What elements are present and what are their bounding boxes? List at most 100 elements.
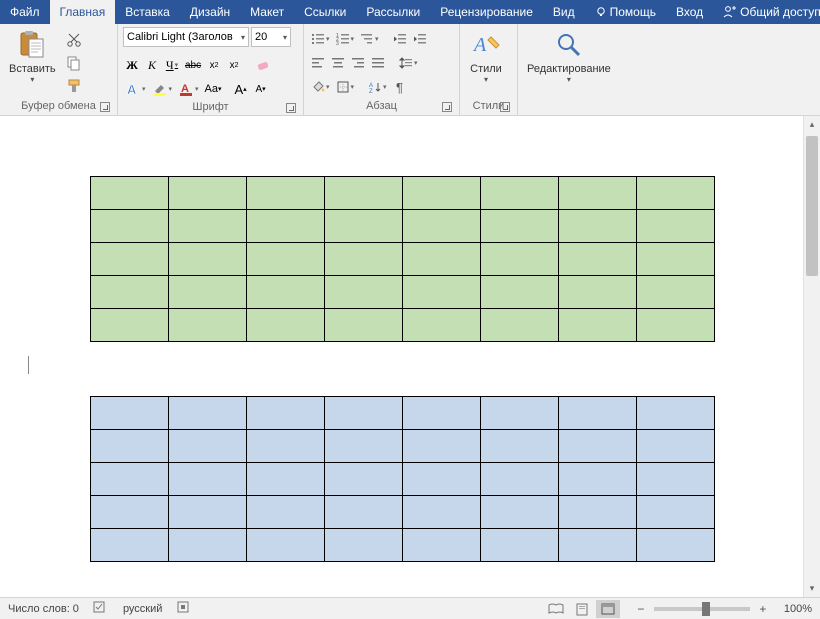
- vertical-scrollbar[interactable]: ▴ ▾: [803, 116, 820, 597]
- tab-mailings[interactable]: Рассылки: [356, 0, 430, 24]
- font-dialog-launcher[interactable]: [286, 103, 296, 113]
- editing-dropdown-arrow[interactable]: ▾: [567, 75, 571, 84]
- highlight-button[interactable]: [150, 79, 175, 99]
- person-share-icon: [723, 5, 737, 19]
- styles-dialog-launcher[interactable]: [500, 102, 510, 112]
- clipboard-dialog-launcher[interactable]: [100, 102, 110, 112]
- tab-insert[interactable]: Вставка: [115, 0, 180, 24]
- table-green[interactable]: [90, 176, 715, 342]
- brush-icon: [66, 78, 82, 94]
- web-layout-button[interactable]: [596, 600, 620, 618]
- shrink-font-button[interactable]: A▾: [252, 79, 270, 99]
- zoom-slider-track[interactable]: [654, 607, 750, 611]
- numbering-button[interactable]: 123: [334, 29, 357, 49]
- grow-font-button[interactable]: A▴: [232, 79, 250, 99]
- font-color-button[interactable]: A: [176, 79, 201, 99]
- justify-icon: [371, 56, 385, 70]
- align-left-icon: [311, 56, 325, 70]
- multilevel-list-button[interactable]: [358, 29, 381, 49]
- tab-view[interactable]: Вид: [543, 0, 585, 24]
- change-case-button[interactable]: Aa▾: [203, 79, 224, 99]
- underline-button[interactable]: Ч: [163, 55, 181, 75]
- paste-label: Вставить: [9, 63, 56, 75]
- paste-button[interactable]: Вставить ▾: [5, 27, 60, 98]
- italic-button[interactable]: К: [143, 55, 161, 75]
- format-painter-button[interactable]: [64, 76, 84, 96]
- language-button[interactable]: русский: [123, 603, 162, 615]
- text-effects-icon: A: [125, 81, 141, 97]
- print-layout-button[interactable]: [570, 600, 594, 618]
- strikethrough-button[interactable]: abc: [183, 55, 203, 75]
- align-left-button[interactable]: [309, 53, 327, 73]
- sort-icon: AZ: [368, 80, 382, 94]
- record-icon: [176, 600, 190, 614]
- read-mode-button[interactable]: [544, 600, 568, 618]
- table-blue[interactable]: [90, 396, 715, 562]
- paint-bucket-icon: [311, 80, 325, 94]
- outdent-icon: [393, 32, 407, 46]
- document-page[interactable]: [10, 116, 800, 597]
- align-right-icon: [351, 56, 365, 70]
- increase-indent-button[interactable]: [411, 29, 429, 49]
- subscript-button[interactable]: x2: [205, 55, 223, 75]
- superscript-button[interactable]: x2: [225, 55, 243, 75]
- zoom-control: − +: [634, 602, 770, 616]
- tab-tell-me[interactable]: Помощь: [585, 0, 666, 24]
- spellcheck-button[interactable]: [93, 600, 109, 617]
- scroll-down-arrow[interactable]: ▾: [804, 580, 820, 597]
- paragraph-dialog-launcher[interactable]: [442, 102, 452, 112]
- group-clipboard: Вставить ▾ Буфер обмена: [0, 24, 118, 115]
- status-bar: Число слов: 0 русский − + 100%: [0, 597, 820, 619]
- multilevel-icon: [360, 32, 374, 46]
- show-marks-button[interactable]: ¶: [391, 77, 409, 97]
- copy-button[interactable]: [64, 53, 84, 73]
- find-icon: [553, 29, 585, 61]
- bullets-icon: [311, 32, 325, 46]
- bold-button[interactable]: Ж: [123, 55, 141, 75]
- document-area: ▴ ▾: [0, 116, 820, 597]
- tab-login[interactable]: Вход: [666, 0, 713, 24]
- paste-dropdown-arrow[interactable]: ▾: [30, 75, 34, 84]
- font-size-combo[interactable]: 20▾: [251, 27, 291, 47]
- text-effects-button[interactable]: A: [123, 79, 148, 99]
- bullets-button[interactable]: [309, 29, 332, 49]
- shading-button[interactable]: [309, 77, 332, 97]
- styles-icon: A: [470, 29, 502, 61]
- styles-label: Стили: [470, 63, 502, 75]
- editing-button[interactable]: Редактирование ▾: [523, 27, 615, 98]
- word-count[interactable]: Число слов: 0: [8, 603, 79, 615]
- line-spacing-button[interactable]: [397, 53, 420, 73]
- macro-record-button[interactable]: [176, 600, 190, 617]
- tab-layout[interactable]: Макет: [240, 0, 294, 24]
- font-size-value: 20: [255, 31, 281, 43]
- decrease-indent-button[interactable]: [391, 29, 409, 49]
- font-name-combo[interactable]: Calibri Light (Заголов▾: [123, 27, 249, 47]
- styles-button[interactable]: A Стили ▾: [465, 27, 507, 98]
- scroll-up-arrow[interactable]: ▴: [804, 116, 820, 133]
- align-right-button[interactable]: [349, 53, 367, 73]
- zoom-slider-thumb[interactable]: [702, 602, 710, 616]
- align-center-button[interactable]: [329, 53, 347, 73]
- group-styles: A Стили ▾ Стили: [460, 24, 518, 115]
- tab-references[interactable]: Ссылки: [294, 0, 356, 24]
- styles-dropdown-arrow[interactable]: ▾: [484, 75, 488, 84]
- zoom-in-button[interactable]: +: [756, 602, 770, 616]
- borders-button[interactable]: [334, 77, 357, 97]
- tab-tell-me-label: Помощь: [610, 5, 656, 19]
- zoom-level[interactable]: 100%: [784, 603, 812, 615]
- tab-design[interactable]: Дизайн: [180, 0, 240, 24]
- tab-home[interactable]: Главная: [50, 0, 116, 24]
- clear-formatting-button[interactable]: [253, 55, 273, 75]
- sort-button[interactable]: AZ: [366, 77, 389, 97]
- justify-button[interactable]: [369, 53, 387, 73]
- scroll-thumb[interactable]: [806, 136, 818, 276]
- copy-icon: [66, 55, 82, 71]
- zoom-out-button[interactable]: −: [634, 602, 648, 616]
- tab-file[interactable]: Файл: [0, 0, 50, 24]
- group-font: Calibri Light (Заголов▾ 20▾ Ж К Ч abc x2…: [118, 24, 304, 115]
- share-button[interactable]: Общий доступ: [713, 0, 820, 24]
- cut-button[interactable]: [64, 30, 84, 50]
- tab-review[interactable]: Рецензирование: [430, 0, 543, 24]
- group-paragraph-label: Абзац: [366, 100, 397, 112]
- spellcheck-icon: [93, 600, 109, 614]
